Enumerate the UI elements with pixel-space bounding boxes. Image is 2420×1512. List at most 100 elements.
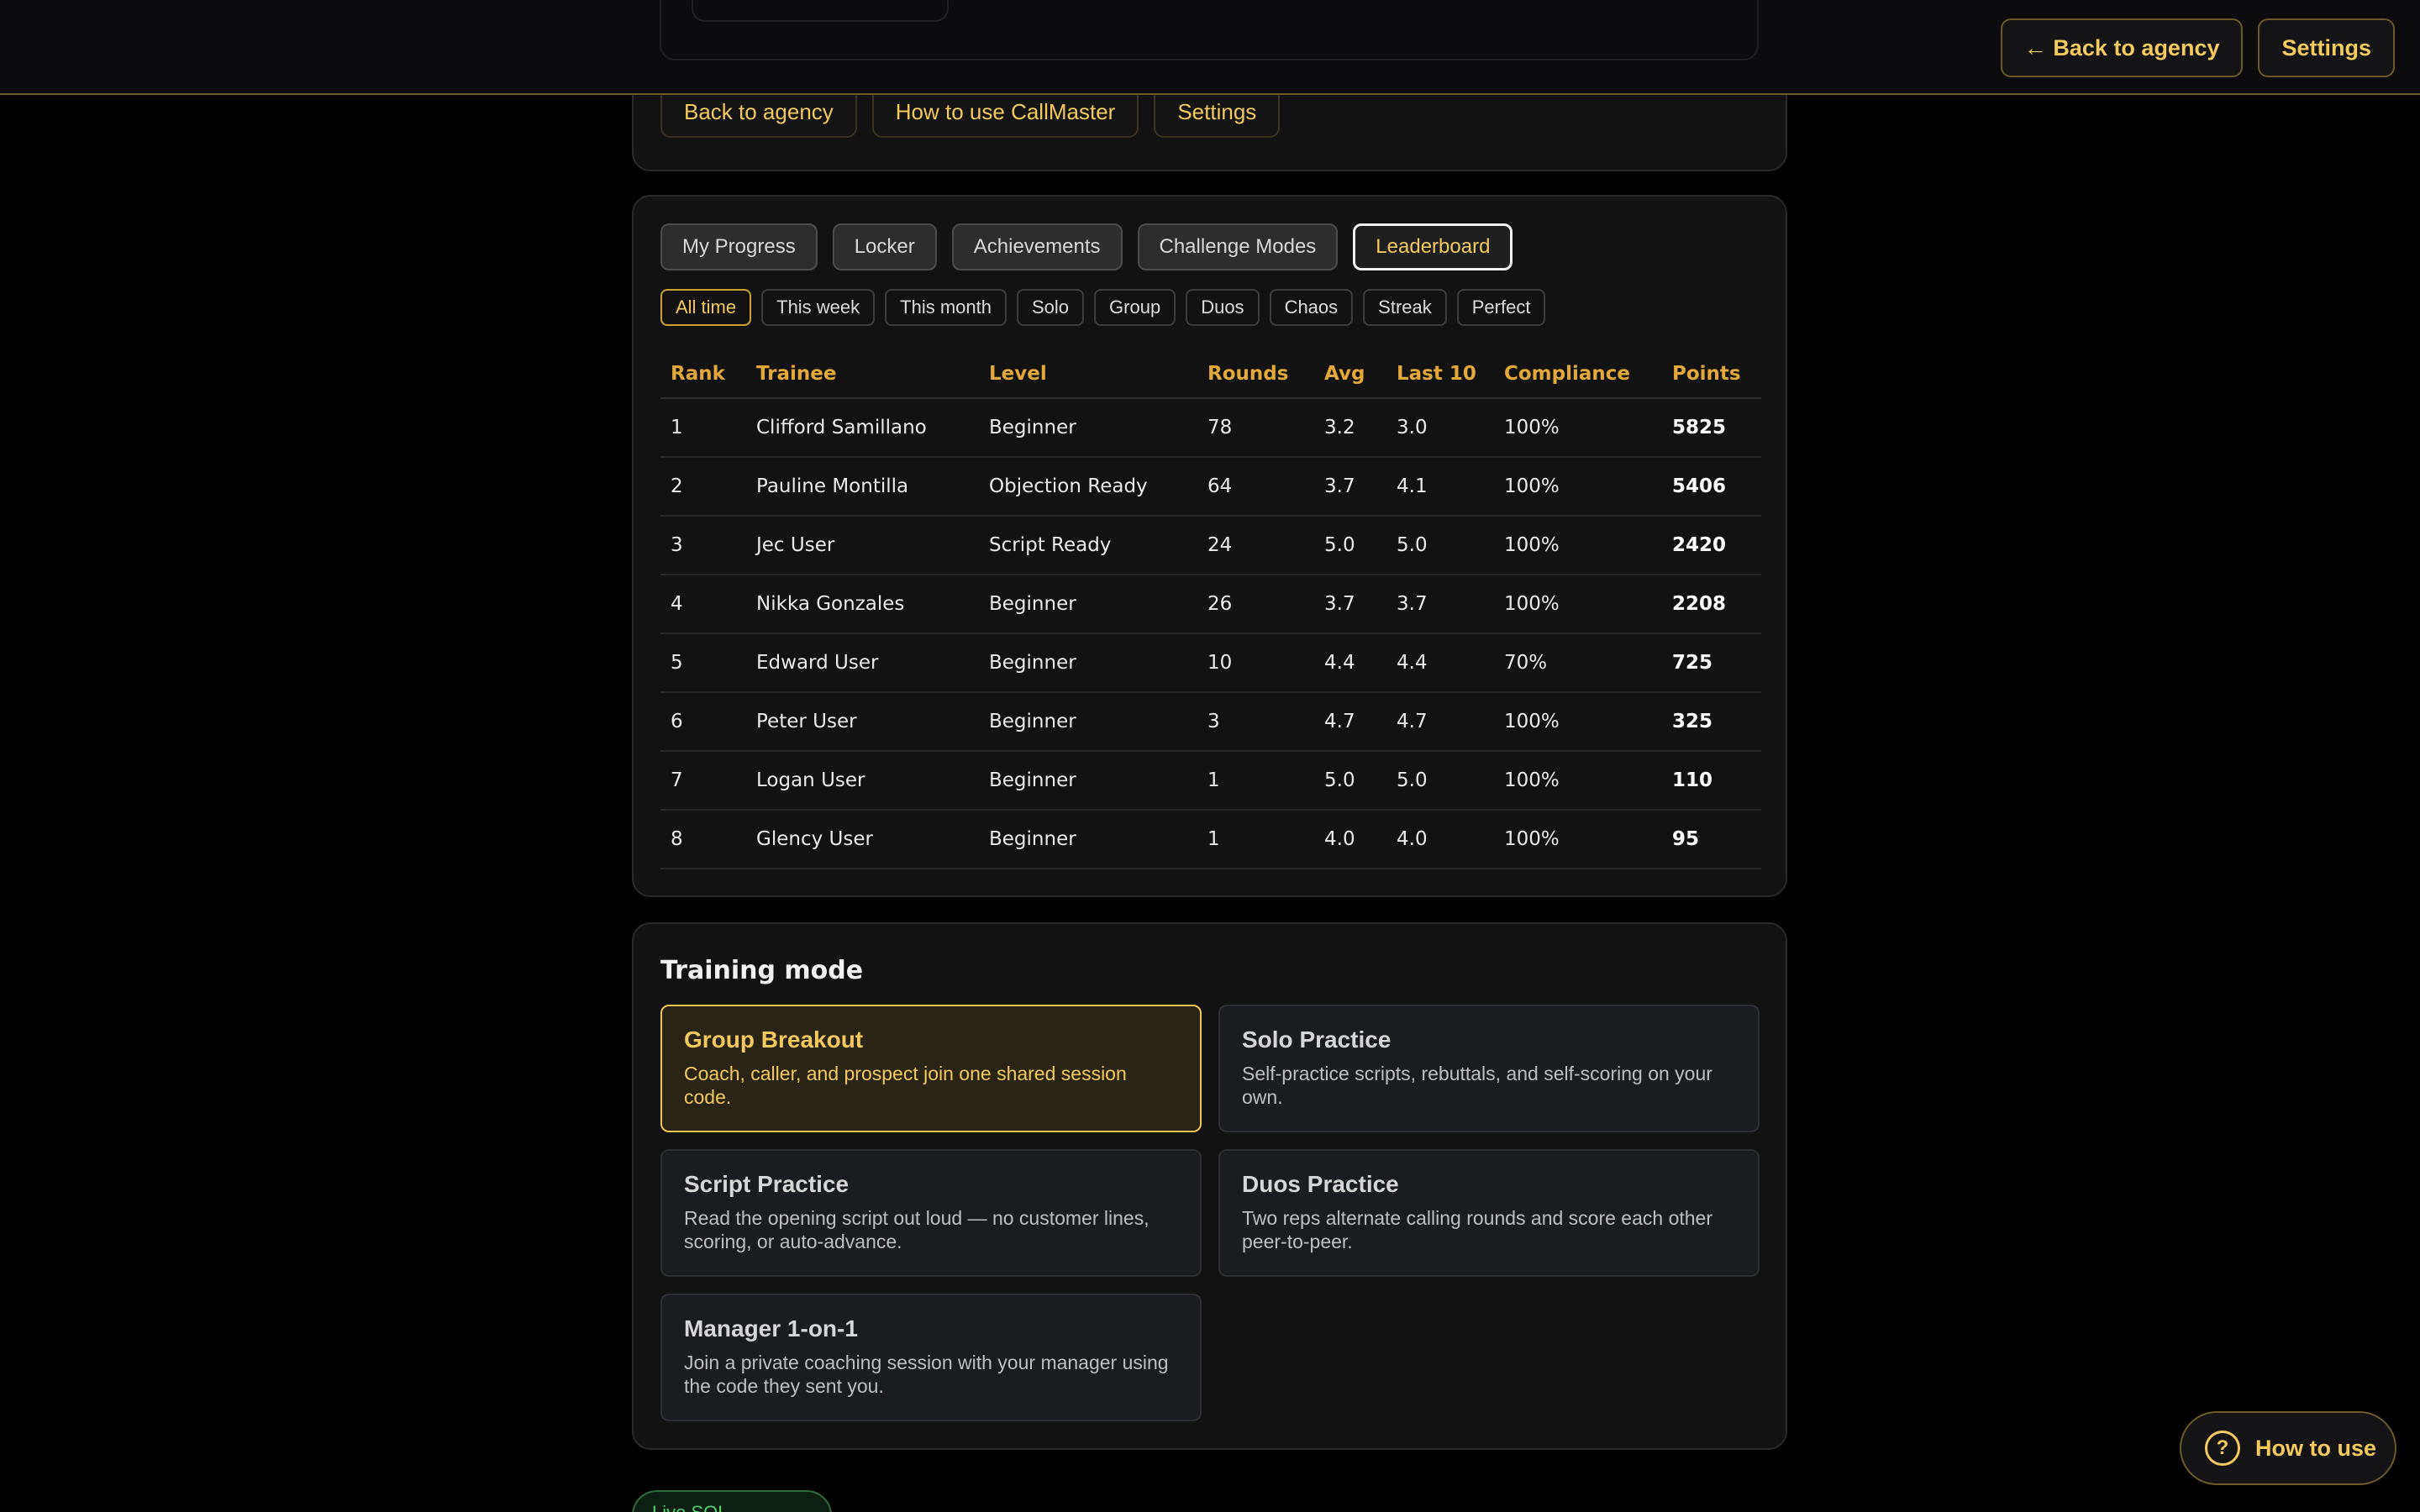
cell-rank: 7: [660, 751, 746, 811]
cell-last-10: 4.4: [1386, 633, 1494, 693]
mode-manager-1on1[interactable]: Manager 1-on-1 Join a private coaching s…: [660, 1294, 1202, 1421]
cell-rounds: 1: [1197, 810, 1314, 869]
page: ← Back to agency Settings Back to agency…: [0, 0, 2420, 1512]
cell-level: Beginner: [979, 810, 1197, 869]
cell-last-10: 4.1: [1386, 457, 1494, 517]
cell-compliance: 100%: [1494, 457, 1662, 517]
table-row[interactable]: 4 Nikka Gonzales Beginner 26 3.7 3.7 100…: [660, 575, 1761, 634]
mode-title: Solo Practice: [1242, 1026, 1392, 1053]
cell-compliance: 100%: [1494, 516, 1662, 575]
filter-duos[interactable]: Duos: [1186, 289, 1260, 326]
cell-rank: 1: [660, 398, 746, 458]
tab-challenge-modes[interactable]: Challenge Modes: [1137, 223, 1339, 270]
cell-avg: 5.0: [1314, 516, 1386, 575]
cell-trainee: Peter User: [746, 692, 979, 752]
filter-all-time[interactable]: All time: [660, 289, 752, 326]
cell-compliance: 100%: [1494, 692, 1662, 752]
cell-rounds: 78: [1197, 398, 1314, 458]
filter-this-month[interactable]: This month: [885, 289, 1007, 326]
cell-trainee: Pauline Montilla: [746, 457, 979, 517]
filter-chaos[interactable]: Chaos: [1269, 289, 1354, 326]
mode-solo-practice[interactable]: Solo Practice Self-practice scripts, reb…: [1218, 1005, 1760, 1132]
cell-level: Beginner: [979, 751, 1197, 811]
table-row[interactable]: 1 Clifford Samillano Beginner 78 3.2 3.0…: [660, 398, 1761, 458]
cell-avg: 5.0: [1314, 751, 1386, 811]
column-header-level[interactable]: Level: [979, 349, 1197, 399]
cell-points: 725: [1662, 633, 1761, 693]
cell-last-10: 5.0: [1386, 516, 1494, 575]
cell-last-10: 5.0: [1386, 751, 1494, 811]
filter-streak[interactable]: Streak: [1363, 289, 1447, 326]
cell-last-10: 4.7: [1386, 692, 1494, 752]
table-row[interactable]: 3 Jec User Script Ready 24 5.0 5.0 100% …: [660, 516, 1761, 575]
cell-points: 5825: [1662, 398, 1761, 458]
tab-leaderboard[interactable]: Leaderboard: [1353, 223, 1513, 270]
cell-points: 325: [1662, 692, 1761, 752]
cell-compliance: 100%: [1494, 751, 1662, 811]
cell-rounds: 24: [1197, 516, 1314, 575]
mode-script-practice[interactable]: Script Practice Read the opening script …: [660, 1149, 1202, 1277]
mode-duos-practice[interactable]: Duos Practice Two reps alternate calling…: [1218, 1149, 1760, 1277]
cell-avg: 3.7: [1314, 575, 1386, 634]
cell-trainee: Logan User: [746, 751, 979, 811]
help-icon: ?: [2205, 1431, 2240, 1466]
mode-title: Script Practice: [684, 1171, 850, 1197]
column-header-trainee[interactable]: Trainee: [746, 349, 979, 399]
filter-solo[interactable]: Solo: [1017, 289, 1085, 326]
cell-avg: 4.7: [1314, 692, 1386, 752]
cell-level: Beginner: [979, 398, 1197, 458]
back-to-agency-button[interactable]: ← Back to agency: [2000, 18, 2244, 77]
table-row[interactable]: 5 Edward User Beginner 10 4.4 4.4 70% 72…: [660, 633, 1761, 693]
cell-level: Beginner: [979, 633, 1197, 693]
cell-rank: 3: [660, 516, 746, 575]
table-row[interactable]: 6 Peter User Beginner 3 4.7 4.7 100% 325: [660, 692, 1761, 752]
cell-trainee: Jec User: [746, 516, 979, 575]
cell-avg: 3.7: [1314, 457, 1386, 517]
leaderboard-table: Rank Trainee Level Rounds Avg Last 10 Co…: [660, 349, 1761, 869]
cell-trainee: Nikka Gonzales: [746, 575, 979, 634]
cell-last-10: 3.0: [1386, 398, 1494, 458]
cell-points: 5406: [1662, 457, 1761, 517]
column-header-compliance[interactable]: Compliance: [1494, 349, 1662, 399]
cell-level: Script Ready: [979, 516, 1197, 575]
cell-avg: 3.2: [1314, 398, 1386, 458]
settings-button[interactable]: Settings: [2258, 18, 2395, 77]
cell-rank: 4: [660, 575, 746, 634]
how-to-use-button[interactable]: ? How to use: [2180, 1411, 2396, 1485]
tab-achievements[interactable]: Achievements: [951, 223, 1123, 270]
cell-trainee: Clifford Samillano: [746, 398, 979, 458]
cell-avg: 4.4: [1314, 633, 1386, 693]
mode-title: Manager 1-on-1: [684, 1315, 858, 1341]
tab-my-progress[interactable]: My Progress: [660, 223, 818, 270]
table-row[interactable]: 2 Pauline Montilla Objection Ready 64 3.…: [660, 457, 1761, 517]
column-header-rank[interactable]: Rank: [660, 349, 746, 399]
mode-title: Group Breakout: [684, 1026, 864, 1053]
leaderboard-card: My Progress Locker Achievements Challeng…: [632, 195, 1787, 897]
column-header-rounds[interactable]: Rounds: [1197, 349, 1314, 399]
cell-rank: 8: [660, 810, 746, 869]
cell-trainee: Edward User: [746, 633, 979, 693]
mode-title: Duos Practice: [1242, 1171, 1399, 1197]
table-row[interactable]: 8 Glency User Beginner 1 4.0 4.0 100% 95: [660, 810, 1761, 869]
tab-locker[interactable]: Locker: [832, 223, 937, 270]
cell-rounds: 3: [1197, 692, 1314, 752]
filter-perfect[interactable]: Perfect: [1456, 289, 1546, 326]
top-bar: ← Back to agency Settings: [0, 0, 2420, 95]
cell-rounds: 1: [1197, 751, 1314, 811]
column-header-last-10[interactable]: Last 10: [1386, 349, 1494, 399]
cell-avg: 4.0: [1314, 810, 1386, 869]
column-header-points[interactable]: Points: [1662, 349, 1761, 399]
table-row[interactable]: 7 Logan User Beginner 1 5.0 5.0 100% 110: [660, 751, 1761, 811]
cell-compliance: 100%: [1494, 575, 1662, 634]
filter-group[interactable]: Group: [1094, 289, 1176, 326]
cell-trainee: Glency User: [746, 810, 979, 869]
cell-rank: 2: [660, 457, 746, 517]
column-header-avg[interactable]: Avg: [1314, 349, 1386, 399]
mode-group-breakout[interactable]: Group Breakout Coach, caller, and prospe…: [660, 1005, 1202, 1132]
cell-rank: 6: [660, 692, 746, 752]
cell-points: 110: [1662, 751, 1761, 811]
filter-this-week[interactable]: This week: [761, 289, 876, 326]
cell-rounds: 10: [1197, 633, 1314, 693]
training-mode-title: Training mode: [660, 956, 864, 985]
scrolled-card-edge: [660, 0, 1759, 60]
